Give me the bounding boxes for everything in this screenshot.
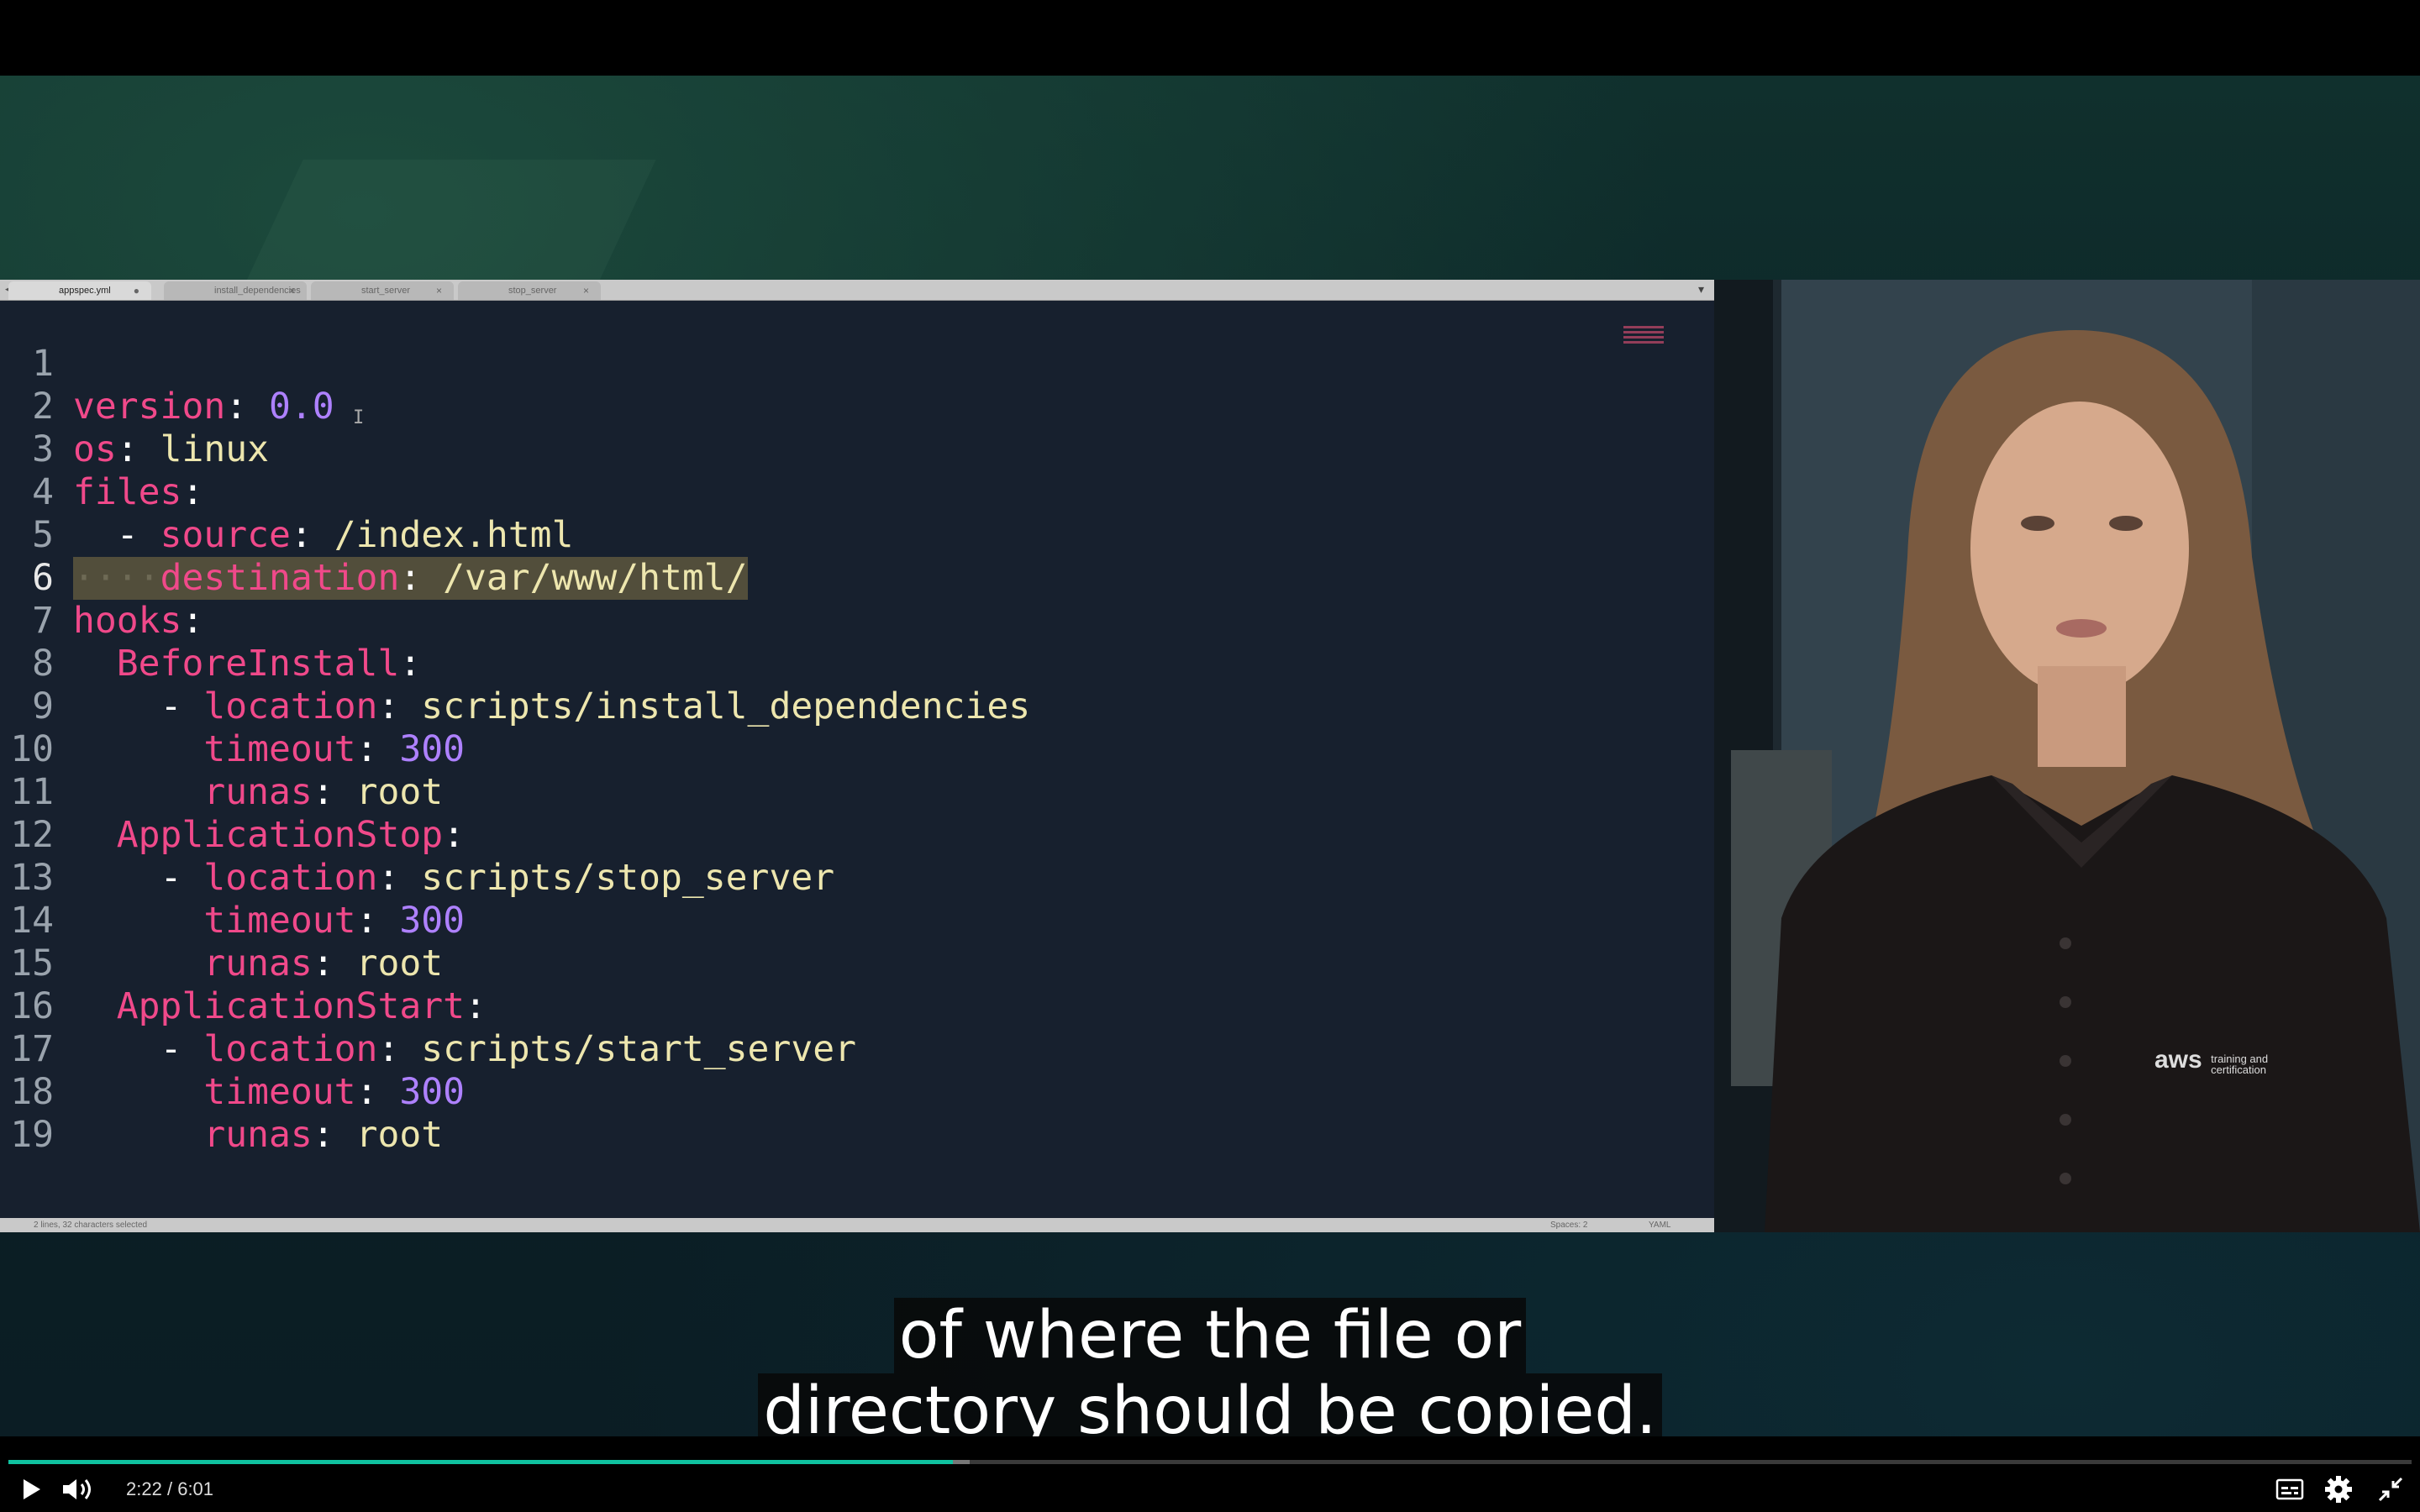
exit-fullscreen-icon	[2378, 1477, 2403, 1502]
line-number: 19	[10, 1114, 54, 1156]
subtitles: of where the file or directory should be…	[0, 1298, 2420, 1449]
tab-install-dependencies[interactable]: install_dependencies ×	[164, 281, 307, 300]
tab-bar: ◂ ▸ appspec.yml ● install_dependencies ×…	[0, 280, 1714, 301]
code-line: 12 - location: scripts/stop_server	[0, 771, 1714, 899]
code-line: 3 files:	[0, 386, 1714, 513]
syntax-mode[interactable]: YAML	[1649, 1218, 1671, 1232]
aws-logo-text: aws	[2154, 1046, 2202, 1074]
subtitle-line: of where the file or	[893, 1298, 1527, 1373]
play-button[interactable]	[18, 1477, 44, 1502]
yaml-key: runas	[203, 1114, 313, 1156]
close-icon[interactable]: ×	[583, 281, 589, 300]
code-line: 9 timeout: 300	[0, 643, 1714, 770]
code-line: 8 - location: scripts/install_dependenci…	[0, 600, 1714, 727]
code-editor: ◂ ▸ appspec.yml ● install_dependencies ×…	[0, 280, 1714, 1232]
indent-setting[interactable]: Spaces: 2	[1550, 1218, 1587, 1232]
code-area[interactable]: I 1 version: 0.0 2 os: linux 3 files: 4 …	[0, 300, 1714, 1218]
close-icon[interactable]: ×	[436, 281, 442, 300]
code-line: 14 runas: root	[0, 857, 1714, 984]
modified-dot-icon[interactable]: ●	[134, 281, 139, 300]
settings-button[interactable]	[2324, 1475, 2353, 1504]
yaml-value: root	[355, 1114, 444, 1156]
logo-tagline: certification	[2211, 1063, 2266, 1076]
played-progress	[8, 1460, 953, 1464]
tab-label: start_server	[361, 286, 411, 296]
aws-training-logo: aws training and certification	[2154, 1046, 2268, 1075]
tab-stop-server[interactable]: stop_server ×	[458, 281, 601, 300]
settings-gear-icon	[2325, 1476, 2352, 1503]
tab-label: appspec.yml	[59, 286, 111, 296]
selection-status: 2 lines, 32 characters selected	[34, 1221, 148, 1230]
code-line: 1 version: 0.0	[0, 300, 1714, 428]
code-line: 15 ApplicationStart:	[0, 900, 1714, 1027]
code-line: 7 BeforeInstall:	[0, 557, 1714, 685]
code-line: 2 os: linux	[0, 343, 1714, 470]
letterbox-top	[0, 0, 2420, 76]
code-line: 4 - source: /index.html	[0, 428, 1714, 556]
play-icon	[24, 1479, 40, 1499]
time-separator: /	[166, 1478, 173, 1499]
presenter-video: aws training and certification	[1714, 280, 2420, 1232]
volume-button[interactable]	[60, 1477, 96, 1502]
current-time: 2:22	[126, 1478, 162, 1499]
captions-button[interactable]	[2275, 1478, 2304, 1500]
colon: :	[312, 1114, 334, 1156]
presenter-image	[1714, 280, 2420, 1232]
player-controls: 2:22 / 6:01	[0, 1436, 2420, 1512]
code-line: 10 runas: root	[0, 685, 1714, 813]
code-line-selected: 5 ····destination: /var/www/html/	[0, 471, 1714, 600]
code-line: 16 - location: scripts/start_server	[0, 942, 1714, 1070]
code-line: 17 timeout: 300	[0, 985, 1714, 1113]
volume-icon	[63, 1479, 91, 1499]
tab-appspec[interactable]: appspec.yml ●	[8, 281, 151, 300]
code-line: 13 timeout: 300	[0, 814, 1714, 942]
close-icon[interactable]: ×	[289, 281, 295, 300]
code-line-current: 6 hooks:	[0, 514, 1714, 642]
time-display: 2:22 / 6:01	[126, 1478, 213, 1500]
code-line: 18 runas: root	[0, 1028, 1714, 1156]
tab-start-server[interactable]: start_server ×	[311, 281, 454, 300]
tab-menu-chevron-icon[interactable]: ▾	[1698, 282, 1704, 297]
captions-icon	[2275, 1478, 2304, 1500]
tab-label: stop_server	[508, 286, 557, 296]
progress-bar[interactable]	[8, 1460, 2412, 1464]
code-line: 11 ApplicationStop:	[0, 728, 1714, 856]
editor-status-bar: 2 lines, 32 characters selected Spaces: …	[0, 1218, 1714, 1232]
code-line: 19	[0, 1071, 1714, 1156]
duration: 6:01	[177, 1478, 214, 1499]
exit-fullscreen-button[interactable]	[2378, 1477, 2403, 1502]
tab-label: install_dependencies	[214, 286, 301, 296]
